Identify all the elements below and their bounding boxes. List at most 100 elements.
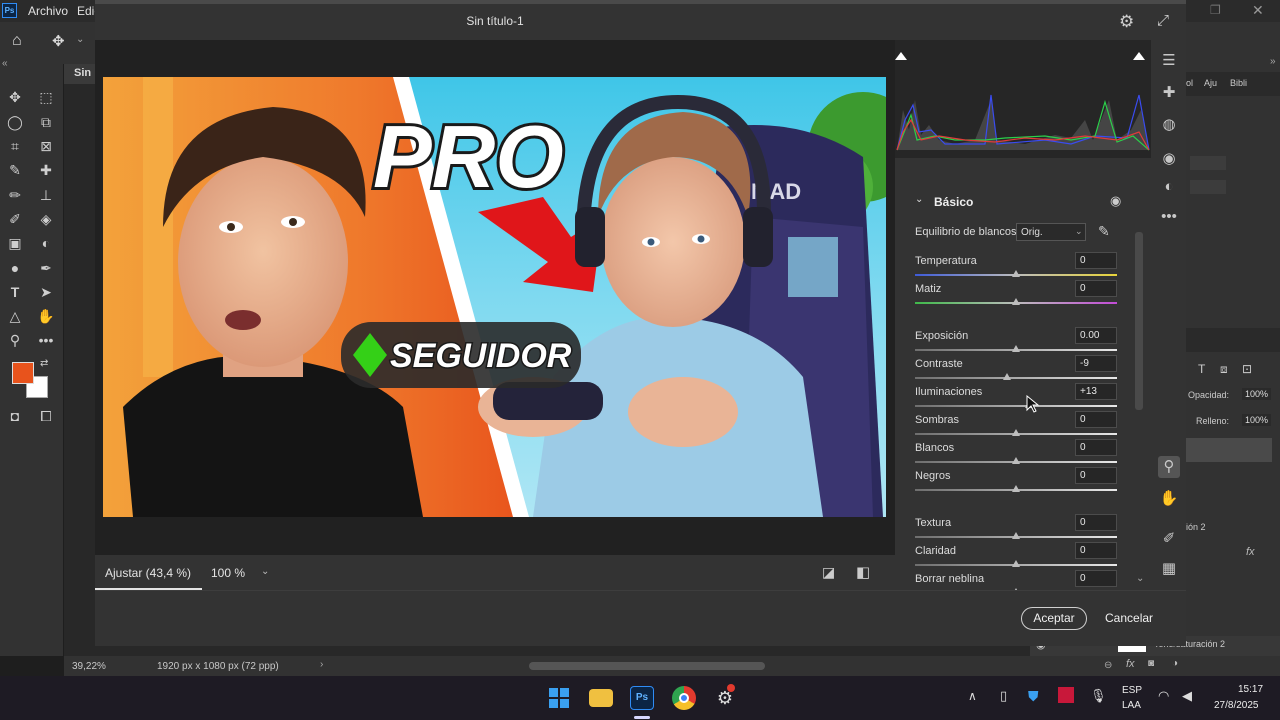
object-select-icon[interactable]: ⧉ — [36, 113, 56, 131]
slider-matiz[interactable]: Matiz 0 — [915, 280, 1120, 311]
slider-sombras[interactable]: Sombras 0 — [915, 411, 1120, 442]
fill-value[interactable]: 100% — [1242, 414, 1272, 426]
quick-mask-icon[interactable]: ◘ — [5, 407, 25, 425]
zoom-icon[interactable]: ⚲ — [5, 331, 25, 349]
zoom-fit-label[interactable]: Ajustar (43,4 %) — [105, 566, 191, 580]
slider-iluminaciones[interactable]: Iluminaciones +13 — [915, 383, 1120, 414]
status-zoom[interactable]: 39,22% — [72, 661, 106, 672]
mask-icon[interactable]: ◙ — [1148, 658, 1154, 669]
healing-icon[interactable]: ✚ — [36, 161, 56, 179]
layer-lock-icon[interactable]: ⊡ — [1242, 362, 1252, 376]
adjustment-icon[interactable]: ◑ — [1172, 658, 1178, 669]
zoom-percent[interactable]: 100 % — [211, 566, 245, 580]
brush-icon[interactable]: ✏ — [5, 186, 25, 204]
single-view-icon[interactable]: ◪ — [822, 564, 835, 581]
stamp-icon[interactable]: ⊥ — [36, 186, 56, 204]
frame-icon[interactable]: ⊠ — [36, 137, 56, 155]
chevron-down-icon[interactable]: ⌄ — [76, 34, 84, 45]
slider-blancos[interactable]: Blancos 0 — [915, 439, 1120, 470]
healing-tool-icon[interactable]: ✚ — [1158, 82, 1180, 104]
compare-view-icon[interactable]: ◧ — [856, 563, 870, 581]
gradient-icon[interactable]: ▣ — [5, 234, 25, 252]
color-sampler-icon[interactable]: ✐ — [1158, 528, 1180, 550]
slider-thumb[interactable] — [1012, 560, 1020, 567]
document-tab[interactable]: Sin — [64, 64, 96, 84]
slider-claridad[interactable]: Claridad 0 — [915, 542, 1120, 573]
restore-icon[interactable]: ❐ — [1210, 3, 1221, 17]
volume-icon[interactable]: ◀ — [1182, 688, 1192, 704]
link-icon[interactable]: ⊖ — [1104, 660, 1112, 671]
slider-value-input[interactable]: 0 — [1075, 411, 1117, 428]
red-eye-icon[interactable]: ◉ — [1158, 148, 1180, 170]
move-tool-icon[interactable]: ✥ — [52, 32, 65, 50]
white-balance-select[interactable]: Orig. ⌄ — [1016, 223, 1086, 241]
slider-value-input[interactable]: 0 — [1075, 514, 1117, 531]
slider-value-input[interactable]: 0.00 — [1075, 327, 1117, 344]
settings-gear-icon[interactable]: ⚙ — [1119, 12, 1134, 32]
close-window-icon[interactable]: ✕ — [1252, 2, 1264, 19]
crop-icon[interactable]: ⌗ — [5, 137, 25, 155]
slider-value-input[interactable]: -9 — [1075, 355, 1117, 372]
slider-thumb[interactable] — [1012, 429, 1020, 436]
cancel-button[interactable]: Cancelar — [1105, 611, 1153, 625]
home-icon[interactable]: ⌂ — [12, 32, 22, 50]
slider-value-input[interactable]: 0 — [1075, 467, 1117, 484]
tray-language[interactable]: ESP — [1122, 685, 1142, 696]
eyedropper-icon[interactable]: ✎ — [5, 161, 25, 179]
dodge-icon[interactable]: ● — [5, 259, 25, 277]
panel-tab-libraries[interactable]: Bibli — [1230, 78, 1247, 88]
scroll-down-icon[interactable]: ⌄ — [1136, 573, 1144, 584]
tray-chevron-icon[interactable]: ∧ — [968, 689, 977, 703]
slider-contraste[interactable]: Contraste -9 — [915, 355, 1120, 386]
slider-exposición[interactable]: Exposición 0.00 — [915, 327, 1120, 358]
panel-scrollbar[interactable] — [1135, 232, 1143, 410]
slider-track[interactable] — [915, 377, 1117, 379]
foreground-color-swatch[interactable] — [12, 362, 34, 384]
eraser-icon[interactable]: ◈ — [36, 210, 56, 228]
more-tools-icon[interactable]: ••• — [36, 331, 56, 349]
more-options-icon[interactable]: ••• — [1158, 206, 1180, 228]
hand-icon[interactable]: ✋ — [36, 307, 56, 325]
zoom-tool-icon[interactable]: ⚲ — [1158, 456, 1180, 478]
layer-fx-icon[interactable]: fx — [1246, 546, 1255, 558]
file-explorer-icon[interactable] — [589, 689, 613, 707]
tray-mic-icon[interactable]: 🎙 — [1090, 688, 1107, 704]
section-title[interactable]: Básico — [934, 195, 973, 209]
panel-expand-icon[interactable]: » — [1270, 56, 1276, 67]
tray-defender-icon[interactable]: ⛊ — [1028, 688, 1039, 705]
layer-transform-icon[interactable]: ⧈ — [1220, 362, 1228, 377]
pen-icon[interactable]: ✒ — [36, 259, 56, 277]
slider-thumb[interactable] — [1012, 457, 1020, 464]
swap-colors-icon[interactable]: ⇄ — [40, 358, 48, 369]
path-select-icon[interactable]: ➤ — [36, 283, 56, 301]
accept-button[interactable]: Aceptar — [1021, 607, 1087, 630]
type-icon[interactable]: T — [5, 283, 25, 301]
panel-tab-color[interactable]: ol — [1186, 78, 1193, 88]
slider-thumb[interactable] — [1012, 532, 1020, 539]
slider-thumb[interactable] — [1012, 485, 1020, 492]
status-arrow-icon[interactable]: › — [320, 659, 323, 670]
fx-icon[interactable]: fx — [1126, 658, 1135, 670]
clock-date[interactable]: 27/8/2025 — [1214, 700, 1259, 711]
edit-sliders-icon[interactable]: ☰ — [1158, 50, 1180, 72]
zoom-dropdown-icon[interactable]: ⌄ — [261, 566, 269, 577]
history-brush-icon[interactable]: ✐ — [5, 210, 25, 228]
slider-thumb[interactable] — [1002, 373, 1011, 380]
menu-archivo[interactable]: Archivo — [28, 4, 68, 18]
visibility-icon[interactable]: ◉ — [1110, 193, 1121, 209]
lasso-icon[interactable]: ◯ — [5, 113, 25, 131]
slider-thumb[interactable] — [1012, 270, 1020, 277]
hand-tool-icon[interactable]: ✋ — [1158, 488, 1180, 510]
collapse-icon[interactable]: « — [2, 58, 8, 69]
clock-time[interactable]: 15:17 — [1238, 684, 1263, 695]
layer-name[interactable]: ión 2 — [1186, 522, 1206, 532]
slider-value-input[interactable]: 0 — [1075, 570, 1117, 587]
marquee-icon[interactable]: ⬚ — [36, 88, 56, 106]
panel-tab-adjustments[interactable]: Aju — [1204, 78, 1217, 88]
slider-value-input[interactable]: +13 — [1075, 383, 1117, 400]
layer-type-icon[interactable]: T — [1198, 362, 1205, 376]
presets-icon[interactable]: ◐ — [1158, 176, 1180, 198]
slider-value-input[interactable]: 0 — [1075, 542, 1117, 559]
shape-icon[interactable]: △ — [5, 307, 25, 325]
collapse-chevron-icon[interactable]: ⌄ — [915, 194, 923, 205]
